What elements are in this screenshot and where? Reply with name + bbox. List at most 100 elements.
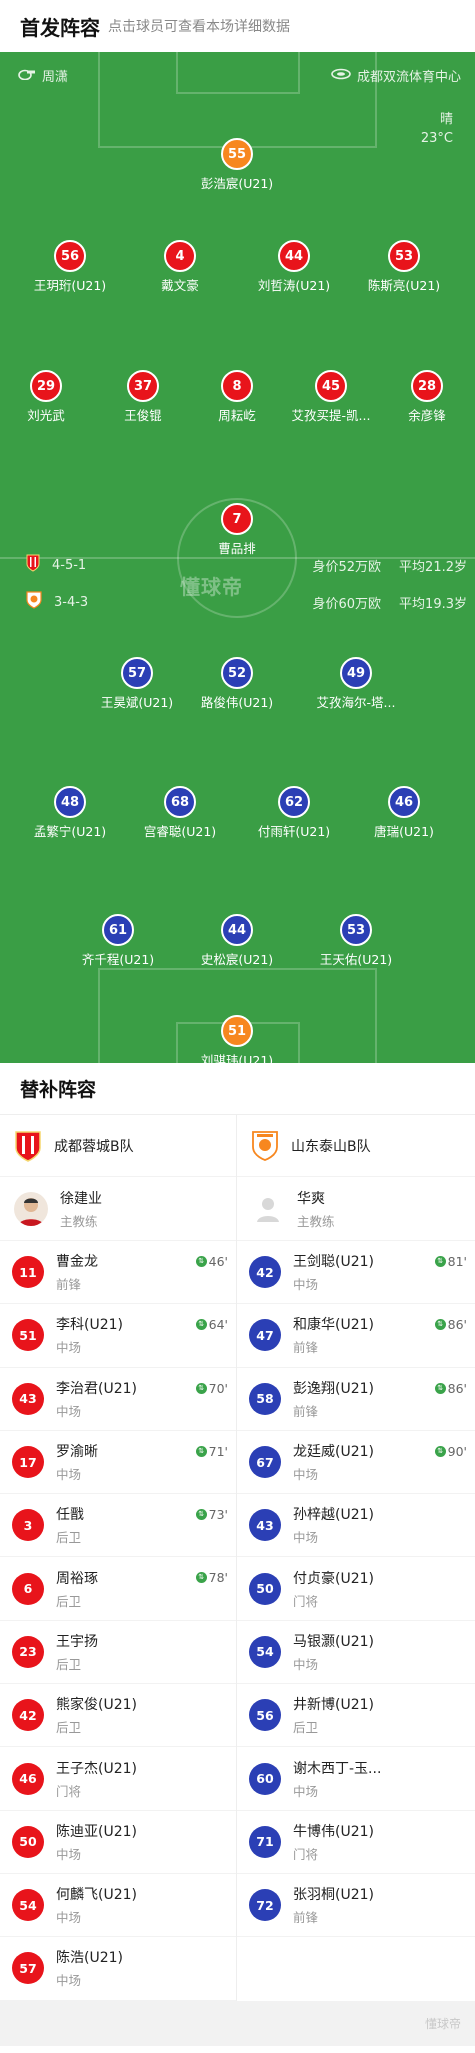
player-marker[interactable]: 44 刘哲涛(U21) bbox=[234, 240, 354, 294]
sub-in-minute: 71' bbox=[208, 1443, 228, 1459]
player-marker[interactable]: 48 孟繁宁(U21) bbox=[10, 786, 130, 840]
bench-player-row[interactable]: 11 曹金龙 前锋 ⇅ 46' bbox=[0, 1241, 236, 1305]
home-coach-role: 主教练 bbox=[60, 1213, 98, 1229]
player-marker[interactable]: 4 戴文豪 bbox=[120, 240, 240, 294]
bench-player-name: 陈迪亚(U21) bbox=[56, 1823, 137, 1840]
player-number: 4 bbox=[164, 240, 196, 272]
player-marker[interactable]: 62 付雨轩(U21) bbox=[234, 786, 354, 840]
bench-player-row[interactable]: 6 周裕琢 后卫 ⇅ 78' bbox=[0, 1557, 236, 1621]
away-age: 平均19.3岁 bbox=[399, 596, 467, 612]
bench-player-info: 周裕琢 后卫 bbox=[56, 1568, 98, 1610]
away-team-row[interactable]: 山东泰山B队 bbox=[237, 1115, 475, 1177]
home-team-row[interactable]: 成都蓉城B队 bbox=[0, 1115, 236, 1177]
sub-in-badge: ⇅ 86' bbox=[434, 1317, 467, 1332]
away-coach-row[interactable]: 华爽 主教练 bbox=[237, 1177, 475, 1241]
bench-player-row[interactable]: 43 孙梓越(U21) 中场 bbox=[237, 1494, 475, 1558]
away-coach-avatar bbox=[251, 1191, 285, 1226]
sub-in-badge: ⇅ 86' bbox=[434, 1381, 467, 1396]
weather-temp: 23°C bbox=[420, 131, 453, 146]
player-marker[interactable]: 44 史松宸(U21) bbox=[177, 914, 297, 968]
bench-player-name: 谢木西丁-玉... bbox=[293, 1760, 382, 1777]
player-marker[interactable]: 61 齐千程(U21) bbox=[58, 914, 178, 968]
away-value: 身价60万欧 bbox=[312, 596, 382, 612]
home-coach-row[interactable]: 徐建业 主教练 bbox=[0, 1177, 236, 1241]
bench-player-row[interactable]: 43 李治君(U21) 中场 ⇅ 70' bbox=[0, 1368, 236, 1431]
bench-player-row[interactable]: 54 何麟飞(U21) 中场 bbox=[0, 1874, 236, 1938]
player-number: 53 bbox=[340, 914, 372, 946]
referee: 周潇 bbox=[18, 66, 68, 85]
bench-player-position: 中场 bbox=[56, 1910, 82, 1926]
bench-player-number: 50 bbox=[249, 1572, 281, 1605]
home-value: 身价52万欧 bbox=[312, 559, 382, 575]
player-number: 55 bbox=[221, 138, 253, 170]
bench-player-number: 17 bbox=[12, 1446, 44, 1479]
player-marker[interactable]: 53 陈斯亮(U21) bbox=[344, 240, 464, 294]
bench-player-info: 彭逸翔(U21) 前锋 bbox=[293, 1378, 374, 1420]
player-number: 28 bbox=[411, 370, 443, 402]
bench-player-position: 门将 bbox=[293, 1593, 319, 1609]
bench-player-row[interactable]: 71 牛博伟(U21) 门将 bbox=[237, 1811, 475, 1874]
player-name: 路俊伟(U21) bbox=[200, 695, 274, 710]
player-marker[interactable]: 49 艾孜海尔-塔... bbox=[296, 657, 416, 711]
player-marker[interactable]: 51 刘骐玮(U21) bbox=[177, 1015, 297, 1063]
bench-player-info: 王子杰(U21) 门将 bbox=[56, 1758, 137, 1800]
bench-player-row[interactable]: 50 陈迪亚(U21) 中场 bbox=[0, 1811, 236, 1874]
home-team-name: 成都蓉城B队 bbox=[54, 1138, 134, 1155]
sub-in-badge: ⇅ 70' bbox=[195, 1381, 228, 1396]
bench-player-info: 马银灏(U21) 中场 bbox=[293, 1631, 374, 1673]
bench-player-row[interactable]: 67 龙廷威(U21) 中场 ⇅ 90' bbox=[237, 1431, 475, 1495]
bench-player-name: 曹金龙 bbox=[56, 1254, 98, 1271]
player-marker[interactable]: 53 王天佑(U21) bbox=[296, 914, 416, 968]
away-crest-icon bbox=[26, 591, 42, 613]
bench-player-row[interactable]: 42 熊家俊(U21) 后卫 bbox=[0, 1684, 236, 1748]
bench-player-row[interactable]: 42 王剑聪(U21) 中场 ⇅ 81' bbox=[237, 1241, 475, 1305]
sub-in-icon: ⇅ bbox=[195, 1509, 207, 1521]
home-crest-icon bbox=[26, 554, 40, 576]
player-marker[interactable]: 55 彭浩宸(U21) bbox=[177, 138, 297, 192]
bench-player-name: 熊家俊(U21) bbox=[56, 1697, 137, 1714]
bench-player-name: 周裕琢 bbox=[56, 1570, 98, 1587]
player-number: 44 bbox=[278, 240, 310, 272]
bench-player-info: 李治君(U21) 中场 bbox=[56, 1378, 137, 1420]
bench-player-row[interactable]: 23 王宇扬 后卫 bbox=[0, 1621, 236, 1685]
weather: 晴 23°C bbox=[421, 110, 453, 148]
bench-player-position: 中场 bbox=[56, 1340, 82, 1356]
bench-player-row[interactable]: 56 井新博(U21) 后卫 bbox=[237, 1684, 475, 1748]
footer-watermark: 懂球帝 bbox=[424, 2016, 461, 2031]
player-marker[interactable]: 52 路俊伟(U21) bbox=[177, 657, 297, 711]
player-marker[interactable]: 28 余彦锋 bbox=[367, 370, 475, 424]
bench-player-row[interactable]: 3 任戬 后卫 ⇅ 73' bbox=[0, 1494, 236, 1558]
bench-player-position: 后卫 bbox=[56, 1720, 82, 1736]
bench-player-row[interactable]: 72 张羽桐(U21) 前锋 bbox=[237, 1874, 475, 1938]
bench-player-row[interactable]: 51 李科(U21) 中场 ⇅ 64' bbox=[0, 1304, 236, 1368]
sub-in-minute: 73' bbox=[208, 1507, 228, 1523]
bench-player-number: 46 bbox=[12, 1762, 44, 1795]
bench-player-row[interactable]: 54 马银灏(U21) 中场 bbox=[237, 1621, 475, 1685]
player-marker[interactable]: 68 宫睿聪(U21) bbox=[120, 786, 240, 840]
player-name: 王天佑(U21) bbox=[319, 952, 393, 967]
bench-player-number: 71 bbox=[249, 1825, 281, 1858]
bench-player-info: 熊家俊(U21) 后卫 bbox=[56, 1694, 137, 1736]
player-marker[interactable]: 46 唐瑞(U21) bbox=[344, 786, 464, 840]
player-number: 7 bbox=[221, 503, 253, 535]
bench-player-row[interactable]: 46 王子杰(U21) 门将 bbox=[0, 1747, 236, 1811]
bench-player-number: 54 bbox=[12, 1889, 44, 1922]
bench-player-row[interactable]: 47 和康华(U21) 前锋 ⇅ 86' bbox=[237, 1304, 475, 1368]
bench-player-name: 张羽桐(U21) bbox=[293, 1887, 374, 1904]
player-number: 51 bbox=[221, 1015, 253, 1047]
player-marker[interactable]: 56 王玥珩(U21) bbox=[10, 240, 130, 294]
sub-in-minute: 64' bbox=[208, 1317, 228, 1333]
away-bench-column: 山东泰山B队 华爽 主教练 42 王剑聪(U21) 中场 ⇅ 81' 47 和康华(U21)… bbox=[237, 1115, 475, 2001]
bench-player-row[interactable]: 58 彭逸翔(U21) 前锋 ⇅ 86' bbox=[237, 1368, 475, 1431]
bench-player-row[interactable]: 50 付贞豪(U21) 门将 bbox=[237, 1557, 475, 1621]
bench-player-row[interactable]: 57 陈浩(U21) 中场 bbox=[0, 1937, 236, 2001]
player-marker[interactable]: 7 曹品排 bbox=[177, 503, 297, 557]
sub-in-badge: ⇅ 71' bbox=[195, 1443, 228, 1459]
bench-player-row[interactable]: 60 谢木西丁-玉... 中场 bbox=[237, 1747, 475, 1811]
bench-player-row[interactable]: 17 罗渝晰 中场 ⇅ 71' bbox=[0, 1431, 236, 1495]
lineup-title: 首发阵容 bbox=[20, 15, 100, 40]
whistle-icon bbox=[18, 68, 36, 84]
bench-player-info: 牛博伟(U21) 门将 bbox=[293, 1821, 374, 1863]
sub-in-icon: ⇅ bbox=[434, 1256, 446, 1267]
bench-player-position: 前锋 bbox=[293, 1403, 319, 1419]
